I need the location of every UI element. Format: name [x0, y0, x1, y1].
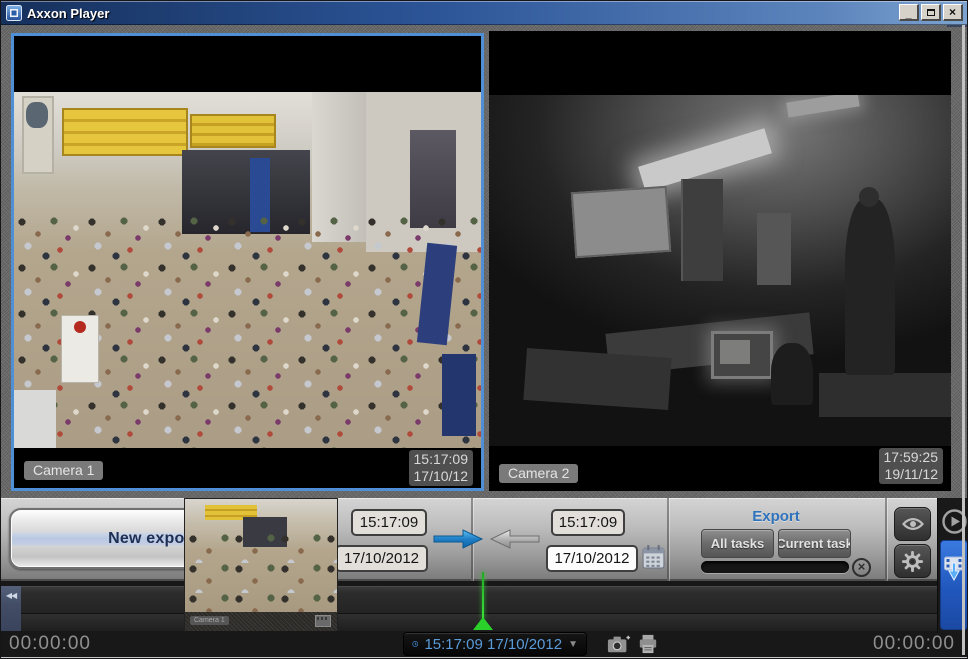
thumbnail-scene-crowd — [185, 533, 337, 612]
cam1-timestamp: 15:17:09 17/10/12 — [408, 450, 473, 487]
thumbnail-footer: Camera 1 — [185, 612, 337, 631]
cam1-scene-poster — [22, 96, 54, 174]
calendar-icon[interactable] — [641, 542, 666, 571]
thumbnail-image — [185, 499, 337, 612]
cam2-scene-seated-person — [771, 343, 813, 405]
cam2-scene-standing-person — [845, 187, 895, 375]
playhead-handle[interactable] — [473, 617, 493, 630]
cancel-export-icon[interactable]: × — [852, 558, 871, 577]
cam2-scene-door — [681, 179, 723, 281]
close-button[interactable]: × — [943, 4, 963, 21]
timeline-upper-band[interactable] — [1, 586, 967, 613]
cam1-scene-yellow-sign — [64, 110, 186, 154]
title-bar: Axxon Player _ × — [1, 1, 967, 25]
gear-icon — [901, 550, 924, 572]
cam2-scene-desk-2 — [523, 348, 672, 410]
window-title: Axxon Player — [27, 5, 110, 21]
cam2-timestamp: 17:59:25 19/11/12 — [878, 448, 943, 485]
window-frame-right — [962, 25, 965, 655]
maximize-icon — [926, 8, 935, 16]
cam1-scene-counter — [14, 390, 56, 448]
current-task-button[interactable]: Current task — [778, 529, 851, 558]
range-start-time-field[interactable]: 15:17:09 — [351, 509, 427, 536]
view-mode-button[interactable] — [894, 507, 931, 541]
playhead-line — [482, 572, 484, 619]
minimize-button[interactable]: _ — [899, 4, 919, 21]
snapshot-icon[interactable] — [607, 634, 631, 654]
range-end-date-field[interactable]: 17/10/2012 — [546, 545, 638, 572]
step-forward-arrow-button[interactable] — [432, 526, 484, 552]
timeline-end-time: 00:00:00 — [873, 633, 955, 654]
cam1-scene-yellow-sign-2 — [192, 116, 274, 146]
chevron-down-icon: ▼ — [568, 638, 578, 650]
frame-preview-thumbnail: Camera 1 — [184, 498, 338, 631]
thumbnail-film-icon — [315, 615, 331, 627]
range-start-date-field[interactable]: 17/10/2012 — [335, 545, 428, 572]
cam2-letterbox-top — [489, 31, 951, 95]
cam2-time: 17:59:25 — [883, 449, 939, 465]
cam2-scene-cabinet — [757, 213, 791, 285]
export-control-bar: New export task 15:17:09 17/10/2012 15:1… — [1, 498, 967, 581]
cam2-scene-desk-3 — [819, 373, 951, 417]
cam2-scene-ceiling-light-2 — [786, 95, 860, 118]
step-back-arrow-button[interactable] — [489, 526, 541, 552]
camera-1-panel[interactable]: Camera 1 15:17:09 17/10/12 — [11, 33, 484, 491]
cam1-scene-checkin-desk-2 — [442, 354, 476, 436]
cam1-name-badge: Camera 1 — [24, 461, 104, 480]
cam1-video-scene — [14, 92, 481, 448]
clock-icon — [412, 641, 419, 647]
cam2-scene-whiteboard — [570, 185, 672, 259]
eye-icon — [901, 518, 924, 530]
cam1-scene-doorway — [410, 130, 456, 228]
current-time-selector[interactable]: 15:17:09 17/10/2012 ▼ — [403, 632, 587, 656]
bottom-status-bar: 00:00:00 15:17:09 17/10/2012 ▼ 00:00:00 — [1, 631, 967, 657]
camera-2-panel[interactable]: Camera 2 17:59:25 19/11/12 — [489, 31, 951, 491]
cam1-time: 15:17:09 — [413, 451, 469, 467]
maximize-button[interactable] — [921, 4, 941, 21]
range-end-time-field[interactable]: 15:17:09 — [551, 509, 625, 536]
thumbnail-camera-label: Camera 1 — [190, 616, 229, 625]
skip-to-start-icon[interactable]: ◀◀ — [1, 586, 21, 631]
cam2-name-badge: Camera 2 — [499, 464, 579, 483]
app-icon — [6, 5, 22, 21]
axxon-player-window: Axxon Player _ × Camera 1 15:17:09 17/10… — [0, 0, 968, 659]
export-progress-bar — [701, 561, 849, 573]
settings-button[interactable] — [894, 544, 931, 578]
timeline-start-time: 00:00:00 — [9, 633, 91, 654]
print-icon[interactable] — [636, 634, 660, 654]
cam1-letterbox-top — [14, 36, 481, 92]
cam1-date: 17/10/12 — [413, 468, 469, 485]
cam1-scene-floor-sign — [62, 316, 98, 382]
cam2-date: 19/11/12 — [884, 466, 938, 483]
current-datetime-label: 15:17:09 17/10/2012 — [424, 635, 563, 653]
export-section-title: Export — [752, 508, 800, 525]
section-divider — [885, 498, 887, 581]
all-tasks-button[interactable]: All tasks — [701, 529, 774, 558]
cam2-scene-monitor — [711, 331, 773, 379]
cam2-video-scene — [489, 95, 951, 446]
